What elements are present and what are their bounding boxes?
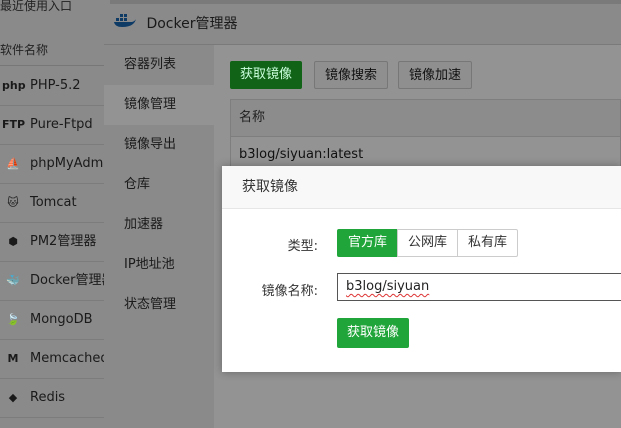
software-item-label: Redis <box>30 390 66 405</box>
software-item-label: Memcached <box>30 351 109 366</box>
ftp-icon: FTP <box>2 118 26 131</box>
recent-entries-header: 最近使用入口 <box>0 0 73 13</box>
table-header-name: 名称 <box>230 99 621 137</box>
software-sidebar: 最近使用入口 软件名称 php PHP-5.2 FTP Pure-Ftpd ⛵ phpMy… <box>0 0 110 428</box>
software-item-label: MongoDB <box>30 312 93 327</box>
type-selector: 官方库 公网库 私有库 <box>337 229 519 257</box>
window-title-bar: Docker管理器 <box>104 4 621 45</box>
image-name-value: b3log/siyuan <box>346 279 430 294</box>
type-option-public[interactable]: 公网库 <box>397 229 459 257</box>
software-item[interactable]: ⛵ phpMyAdmin <box>0 144 110 184</box>
image-table: 名称 b3log/siyuan:latest <box>230 99 621 174</box>
software-item-label: PM2管理器 <box>30 234 97 249</box>
memcached-icon: M <box>7 352 19 365</box>
software-name-column-header: 软件名称 <box>0 35 110 66</box>
get-image-dialog: 获取镜像 类型: 官方库 公网库 私有库 镜像名称: b3log/siyuan … <box>222 166 621 372</box>
image-name-input[interactable]: b3log/siyuan <box>337 273 621 301</box>
docker-nav: 容器列表 镜像管理 镜像导出 仓库 加速器 IP地址池 状态管理 <box>104 45 214 428</box>
software-item[interactable]: 🐱 Tomcat <box>0 183 110 223</box>
software-item[interactable]: 🐳 Docker管理器 <box>0 261 110 301</box>
nav-item[interactable]: 状态管理 <box>104 285 214 325</box>
software-item[interactable]: ◆ Redis <box>0 378 110 418</box>
dialog-title: 获取镜像 <box>222 166 621 209</box>
nav-item[interactable]: IP地址池 <box>104 245 214 285</box>
software-item-label: phpMyAdmin <box>30 156 110 171</box>
software-item-label: Tomcat <box>30 195 77 210</box>
docker-icon: 🐳 <box>6 274 20 287</box>
nav-item[interactable]: 镜像管理 <box>104 85 214 125</box>
type-option-official[interactable]: 官方库 <box>337 229 399 257</box>
tomcat-icon: 🐱 <box>7 196 19 209</box>
php-icon: php <box>2 79 26 92</box>
image-accelerate-button[interactable]: 镜像加速 <box>398 61 473 89</box>
nav-item[interactable]: 加速器 <box>104 205 214 245</box>
software-item-label: Docker管理器 <box>30 273 110 288</box>
mongodb-icon: 🍃 <box>6 313 20 326</box>
submit-get-image-button[interactable]: 获取镜像 <box>337 318 410 348</box>
nodejs-icon: ⬢ <box>8 235 18 248</box>
nav-item[interactable]: 镜像导出 <box>104 125 214 165</box>
software-item[interactable]: FTP Pure-Ftpd <box>0 105 110 145</box>
software-item-label: Pure-Ftpd <box>30 117 93 132</box>
software-item[interactable]: ⬢ PM2管理器 <box>0 222 110 262</box>
nav-item[interactable]: 仓库 <box>104 165 214 205</box>
software-item[interactable]: 🍃 MongoDB <box>0 300 110 340</box>
docker-whale-icon <box>114 4 136 44</box>
nav-item[interactable]: 容器列表 <box>104 45 214 85</box>
type-label: 类型: <box>287 239 318 254</box>
search-image-button[interactable]: 镜像搜索 <box>314 61 389 89</box>
type-option-private[interactable]: 私有库 <box>457 229 519 257</box>
window-title: Docker管理器 <box>146 16 238 32</box>
software-item-label: PHP-5.2 <box>30 78 81 93</box>
software-item[interactable]: M Memcached <box>0 339 110 379</box>
image-name-label: 镜像名称: <box>261 284 318 299</box>
redis-icon: ◆ <box>8 391 18 404</box>
software-item[interactable]: php PHP-5.2 <box>0 66 110 106</box>
phpmyadmin-icon: ⛵ <box>6 157 20 170</box>
get-image-button[interactable]: 获取镜像 <box>230 61 303 89</box>
